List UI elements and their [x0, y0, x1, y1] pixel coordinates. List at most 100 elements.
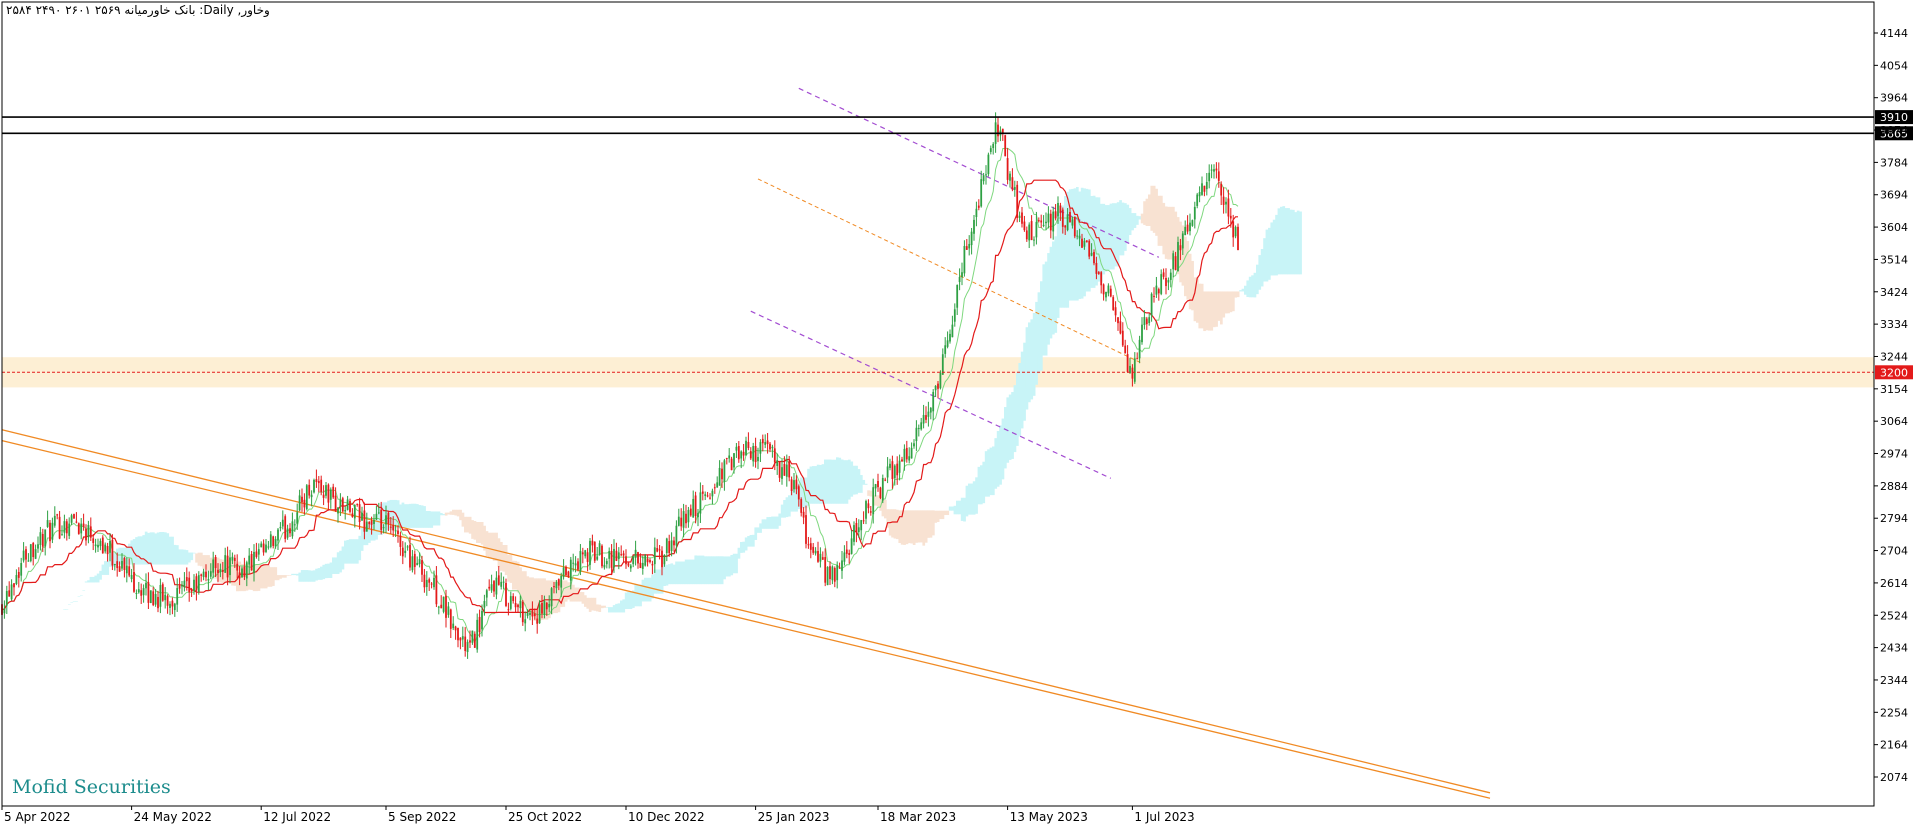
cloud-slice — [1217, 291, 1221, 321]
cloud-slice — [260, 564, 263, 589]
candle-body — [1208, 172, 1211, 182]
cloud-slice — [480, 521, 484, 545]
cloud-slice — [168, 536, 172, 565]
y-tick-label: 2614 — [1880, 577, 1908, 590]
candle-body — [1179, 245, 1182, 251]
cloud-slice — [504, 545, 508, 576]
candle-body — [793, 480, 795, 490]
candle-body — [483, 600, 486, 608]
cloud-slice — [89, 576, 93, 583]
candle-body — [46, 520, 49, 527]
cloud-slice — [1272, 219, 1276, 276]
candle-body — [1198, 192, 1201, 197]
cloud-slice — [310, 570, 314, 582]
candle-body — [1073, 216, 1076, 237]
candle-body — [382, 527, 385, 529]
cloud-slice — [291, 573, 294, 576]
candle-body — [543, 600, 546, 615]
candle-body — [401, 547, 404, 557]
cloud-slice — [908, 510, 911, 544]
cloud-slice — [876, 495, 880, 507]
cloud-slice — [629, 591, 633, 610]
cloud-slice — [154, 533, 158, 565]
cloud-slice — [425, 510, 429, 528]
candle-body — [505, 583, 507, 606]
candle-body — [718, 467, 721, 486]
candle-body — [1121, 330, 1124, 346]
candle-body — [8, 590, 11, 597]
cloud-slice — [471, 520, 474, 539]
cloud-slice — [970, 483, 974, 515]
cloud-slice — [1169, 206, 1173, 260]
candle-body — [334, 495, 337, 512]
cloud-slice — [912, 510, 916, 545]
cloud-slice — [1282, 206, 1286, 275]
candle — [881, 474, 884, 504]
cloud-slice — [756, 527, 760, 533]
candle-body — [857, 527, 860, 533]
x-tick-label: 25 Jan 2023 — [758, 810, 830, 824]
candle-body — [178, 585, 181, 589]
candle-body — [320, 479, 323, 492]
cloud-slice — [514, 560, 518, 590]
cloud-slice — [581, 592, 585, 604]
candle-body — [406, 546, 409, 548]
cloud-slice — [754, 527, 758, 540]
candle-body — [399, 535, 402, 547]
candle-body — [454, 626, 457, 631]
candle-body — [848, 553, 851, 555]
candle-body — [142, 588, 145, 596]
cloud-slice — [1277, 208, 1281, 275]
candle-body — [397, 530, 399, 534]
candle-body — [1177, 241, 1179, 272]
cloud-slice — [778, 513, 782, 526]
candle-body — [517, 604, 519, 608]
candle-body — [123, 558, 126, 570]
cloud-slice — [77, 596, 81, 597]
cloud-slice — [1148, 194, 1151, 226]
candle-body — [488, 586, 491, 589]
candle-body — [430, 583, 433, 585]
cloud-slice — [576, 587, 580, 602]
candle-body — [1136, 358, 1139, 360]
y-tick-label: 3334 — [1880, 318, 1908, 331]
candle-body — [716, 482, 719, 488]
candle-body — [713, 487, 716, 489]
candle-body — [697, 512, 699, 518]
candle-body — [229, 557, 231, 576]
candle-body — [49, 522, 51, 542]
candle-body — [39, 532, 42, 545]
candle-body — [87, 524, 90, 538]
chart-svg[interactable]: 391038653200 414440543964387437843694360… — [0, 0, 1916, 826]
cloud-slice — [610, 607, 614, 613]
cloud-slice — [1222, 291, 1226, 318]
candle-body — [389, 526, 392, 528]
candle-body — [70, 515, 73, 523]
candle-body — [147, 582, 150, 603]
cloud-slice — [996, 431, 1000, 487]
candle-body — [956, 284, 959, 308]
cloud-slice — [716, 556, 719, 585]
candle-body — [555, 582, 558, 589]
candle-body — [145, 582, 147, 589]
candle-body — [329, 489, 332, 500]
candle-body — [1203, 185, 1206, 192]
cloud-slice — [936, 510, 940, 522]
candle-body — [495, 577, 498, 595]
cloud-slice — [922, 510, 926, 546]
cloud-slice — [104, 561, 107, 575]
candle-body — [865, 501, 867, 519]
candle-body — [1085, 240, 1088, 243]
price-chart[interactable]: 3910 3865 3200 4144 4054 3964 3874 3784 3694 360… — [0, 0, 1916, 826]
candle-body — [68, 523, 71, 536]
candle-body — [466, 641, 469, 653]
candle-body — [541, 603, 543, 614]
candle-body — [207, 579, 210, 581]
cloud-slice — [732, 553, 736, 574]
candle-body — [951, 324, 954, 338]
cloud-slice — [1119, 200, 1122, 256]
cloud-slice — [624, 592, 628, 610]
candle-body — [759, 442, 762, 454]
candle-body — [1220, 183, 1223, 196]
candle-body — [622, 553, 625, 556]
